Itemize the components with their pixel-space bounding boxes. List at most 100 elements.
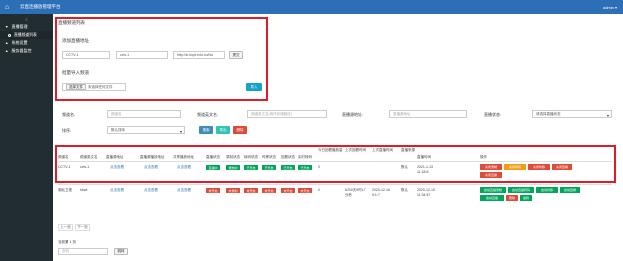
filter-file-label: 频道英文名:: [197, 112, 219, 117]
column-header: 直播源地址: [106, 155, 124, 159]
status-badge: 已开启: [298, 165, 312, 170]
page-jump-input[interactable]: 页码: [58, 248, 108, 255]
share-link[interactable]: 点击查看: [177, 188, 191, 193]
action-button[interactable]: 关闭回看: [552, 164, 572, 170]
source-link[interactable]: 点击查看: [110, 165, 124, 170]
export-button[interactable]: 导出: [216, 126, 230, 134]
import-button[interactable]: 导入: [246, 83, 262, 91]
status-badge: 未录制: [226, 188, 240, 193]
column-header: 上次回看时间: [345, 148, 366, 152]
file-status: 未选择任何文件: [88, 84, 113, 89]
action-button[interactable]: 关闭录制: [480, 164, 502, 170]
status-badge: 已开启: [281, 165, 295, 170]
column-header: 录制状态: [226, 155, 240, 159]
filter-source-label: 直播源地址:: [342, 112, 364, 117]
sort-value: 默认排序: [111, 127, 125, 132]
channel-code-cell: hbwt: [80, 188, 88, 192]
column-header: 直播状态: [206, 155, 220, 159]
column-header: 上次直播时间: [372, 148, 393, 152]
action-button[interactable]: 关闭时移: [528, 164, 550, 170]
app-title: 云直连播放管理平台: [20, 4, 61, 9]
page-jump-placeholder: 页码: [62, 249, 69, 253]
views-cell: 0: [318, 165, 320, 169]
sidebar-item-live-management[interactable]: ▼ 直播管理: [0, 23, 53, 31]
sidebar-item-label: 直播频道列表: [14, 32, 37, 37]
status-badge: 未开启: [281, 188, 295, 193]
status-badge: 未开启: [206, 188, 220, 193]
action-button[interactable]: 删除: [506, 195, 518, 201]
filter-name-input[interactable]: 频道名: [107, 110, 181, 118]
filter-file-placeholder: 频道英文名(用作存储路径): [251, 111, 292, 116]
status-badge: 录制中: [226, 165, 240, 170]
filter-status-label: 直播状态:: [484, 112, 502, 117]
filter-source-input[interactable]: 直播源地址: [389, 110, 467, 118]
column-header: 频道英文名: [80, 155, 98, 159]
sidebar-item-server-monitor[interactable]: ▲ 服务器监控: [0, 47, 53, 55]
status-badge: 已开启: [244, 165, 258, 170]
delete-button[interactable]: 删除: [233, 126, 247, 134]
next-page-button[interactable]: 下一页: [75, 224, 90, 231]
filter-file-input[interactable]: 频道英文名(用作存储路径): [247, 110, 327, 118]
caret-down-icon: ▼: [5, 25, 9, 29]
action-button[interactable]: 关闭直播: [480, 172, 502, 178]
action-button[interactable]: 启动时移: [536, 187, 558, 193]
add-section-title: 添加直播地址: [62, 38, 89, 43]
submit-button[interactable]: 提交: [229, 51, 243, 59]
sidebar-item-label: 服务器监控: [11, 48, 32, 53]
filter-name-label: 频道名:: [62, 112, 76, 117]
action-button[interactable]: 关闭转码: [504, 164, 526, 170]
batch-section-title: 批量导入频道: [62, 70, 89, 75]
status-badge: 未开启: [244, 188, 258, 193]
column-header: 实时转码: [298, 155, 312, 159]
choose-file-button[interactable]: 选择文件: [66, 84, 86, 90]
collapse-icon[interactable]: ≡: [0, 14, 53, 23]
home-icon[interactable]: ⌂: [0, 0, 14, 14]
action-button[interactable]: 启动回看: [560, 187, 580, 193]
jump-button[interactable]: 跳转: [114, 248, 128, 255]
prev-page-button[interactable]: 上一页: [58, 224, 73, 231]
action-button[interactable]: 启动直播录制: [480, 187, 506, 193]
page-title: 直播频道列表: [58, 20, 85, 25]
sidebar-item-system-settings[interactable]: ▲ 系统设置: [0, 39, 53, 47]
column-header: 转码状态: [244, 155, 258, 159]
sidebar-item-channel-list[interactable]: 直播频道列表: [0, 31, 53, 39]
page-indicator: 当前第 1 页: [58, 240, 76, 244]
action-button[interactable]: 启动直播: [480, 195, 504, 201]
source-cell: 默认: [401, 165, 408, 169]
column-header: 直播来源: [401, 148, 415, 152]
action-button[interactable]: 启动直播转码: [508, 187, 534, 193]
column-header: 时移状态: [262, 155, 276, 159]
filter-source-placeholder: 直播源地址: [393, 111, 411, 116]
source-cell: 默认: [401, 188, 408, 192]
column-header: 频道名: [58, 155, 69, 159]
sidebar-item-label: 直播管理: [11, 24, 28, 29]
sort-select[interactable]: 默认排序: [107, 126, 185, 134]
action-button[interactable]: 编辑: [520, 195, 532, 201]
status-badge: 未开启: [262, 188, 276, 193]
channel-code-input[interactable]: cctv-1: [116, 51, 168, 59]
channel-name-cell: 湖北卫视: [58, 188, 72, 192]
column-header: 操作: [480, 155, 487, 159]
source-link[interactable]: 点击查看: [110, 188, 124, 193]
share-link[interactable]: 点击查看: [177, 165, 191, 170]
sidebar-item-label: 系统设置: [11, 40, 28, 45]
filter-status-value: 请选择直播状态: [536, 111, 561, 116]
search-button[interactable]: 搜索: [199, 126, 213, 134]
channel-name-input[interactable]: CCTV-1: [62, 51, 110, 59]
divider: [58, 161, 612, 162]
play-link[interactable]: 点击查看: [144, 165, 158, 170]
caret-up-icon: ▲: [5, 41, 9, 45]
file-picker[interactable]: 选择文件 未选择任何文件: [62, 83, 126, 91]
caret-up-icon: ▲: [5, 49, 9, 53]
stream-url-input[interactable]: http://ic.bupt.edu.cn/hls: [173, 51, 225, 59]
status-badge: 直播中: [206, 165, 220, 170]
channel-name-cell: CCTV-1: [58, 165, 71, 169]
column-header: 今日回看播放量: [318, 148, 343, 152]
circle-icon: [8, 33, 11, 37]
top-navbar: ⌂ 云直连播放管理平台 admin ▾: [0, 0, 623, 14]
filter-status-select[interactable]: 请选择直播状态: [532, 110, 612, 118]
play-link[interactable]: 点击查看: [144, 188, 158, 193]
user-menu[interactable]: admin ▾: [603, 5, 617, 10]
sidebar: ≡ ▼ 直播管理 直播频道列表 ▲ 系统设置 ▲ 服务器监控: [0, 14, 53, 261]
time-cell: 2020-12-15 11:34:57: [417, 188, 435, 197]
